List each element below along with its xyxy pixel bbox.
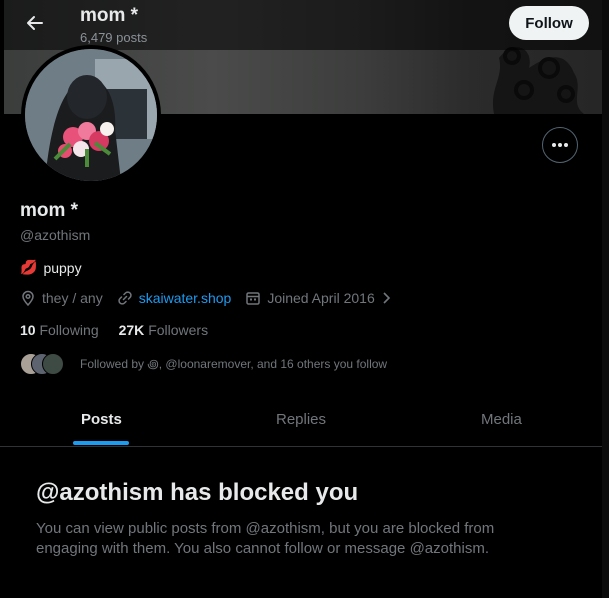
bio-text: puppy (43, 259, 82, 276)
top-header-bar: mom * 6,479 posts Follow (4, 0, 602, 50)
bio-emoji: 💋 (20, 259, 38, 275)
following-link[interactable]: 10 Following (20, 322, 99, 338)
following-count: 10 (20, 322, 36, 338)
website-link[interactable]: skaiwater.shop (139, 290, 232, 306)
profile-tabs: Posts Replies Media (0, 392, 605, 447)
tab-posts[interactable]: Posts (81, 392, 122, 446)
profile-meta: they / any skaiwater.shop Joined April 2… (20, 290, 405, 306)
active-tab-indicator (73, 441, 129, 445)
profile-handle: @azothism (20, 227, 91, 243)
follow-counts: 10 Following 27K Followers (20, 322, 208, 338)
blocked-title: @azothism has blocked you (36, 479, 359, 506)
location-icon (22, 290, 34, 306)
profile-display-name: mom * (20, 200, 79, 221)
following-label: Following (39, 322, 99, 338)
avatar-image (25, 49, 157, 181)
profile-page: mom * 6,479 posts Follow mom * @azothism… (0, 0, 609, 598)
back-arrow-icon (27, 16, 43, 30)
joined-text: Joined April 2016 (267, 290, 375, 306)
tab-replies[interactable]: Replies (276, 392, 326, 446)
joined-item[interactable]: Joined April 2016 (245, 290, 390, 306)
chevron-right-icon (383, 292, 390, 304)
header-display-name: mom * (80, 5, 139, 26)
website-item[interactable]: skaiwater.shop (117, 290, 232, 306)
more-icon (552, 143, 568, 147)
back-button[interactable] (22, 10, 48, 36)
followers-link[interactable]: 27K Followers (119, 322, 208, 338)
followed-by-avatars (20, 353, 68, 375)
header-posts-count: 6,479 posts (80, 30, 148, 45)
avatar[interactable] (21, 45, 161, 185)
pronouns-text: they / any (42, 290, 103, 306)
tab-media[interactable]: Media (481, 392, 522, 446)
followers-label: Followers (148, 322, 209, 338)
profile-bio: 💋 puppy (20, 259, 82, 276)
avatar-photo (25, 49, 157, 181)
followed-by-text: Followed by ꩜, @loonaremover, and 16 oth… (80, 356, 388, 371)
link-icon (118, 291, 132, 305)
follow-button[interactable]: Follow (509, 6, 589, 40)
scrollbar[interactable] (602, 0, 609, 598)
pronouns-item: they / any (20, 290, 103, 306)
followed-by-row[interactable]: Followed by ꩜, @loonaremover, and 16 oth… (20, 353, 387, 375)
followers-count: 27K (118, 322, 145, 338)
blocked-message: You can view public posts from @azothism… (36, 520, 495, 557)
more-options-button[interactable] (542, 127, 578, 163)
calendar-icon (246, 292, 261, 305)
avatar (42, 353, 64, 375)
